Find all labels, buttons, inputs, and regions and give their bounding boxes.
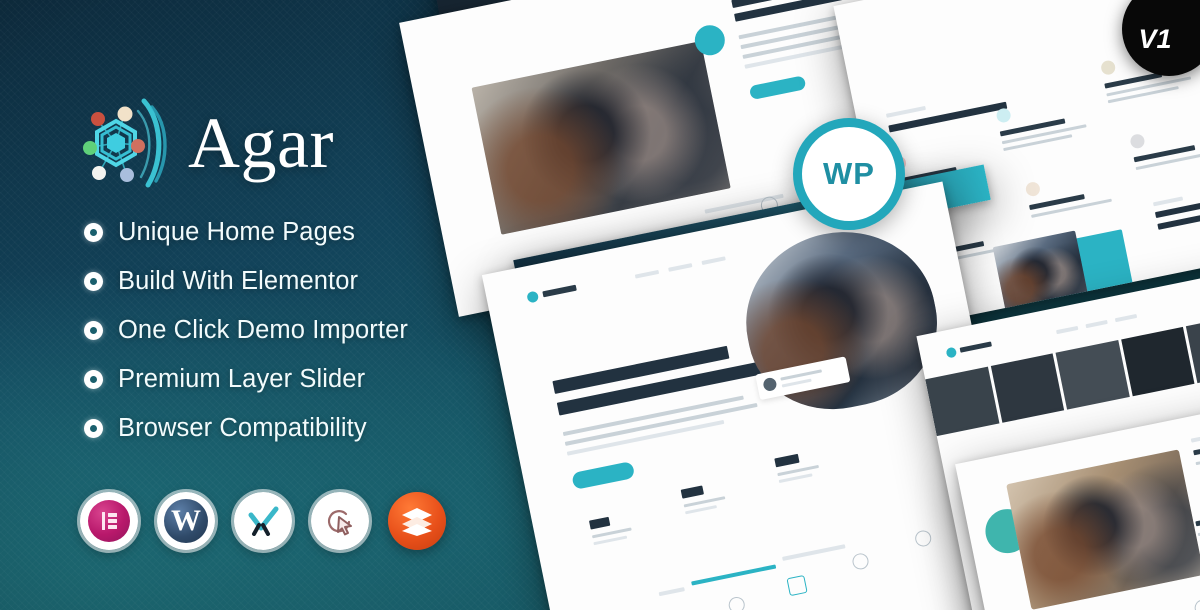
check-bird-icon	[231, 489, 295, 553]
feature-label: Browser Compatibility	[118, 414, 367, 442]
ring-bullet-icon	[84, 419, 103, 438]
slider-revolution-layers-icon	[388, 492, 446, 550]
wp-badge: WP	[793, 118, 905, 230]
left-info-panel: Agar Unique Home Pages Build With Elemen…	[0, 0, 470, 610]
one-click-cursor-icon	[308, 489, 372, 553]
version-badge-label: V1	[1138, 23, 1172, 54]
ring-bullet-icon	[84, 223, 103, 242]
feature-label: One Click Demo Importer	[118, 316, 408, 344]
feature-list: Unique Home Pages Build With Elementor O…	[84, 208, 464, 453]
feature-item: Browser Compatibility	[84, 404, 464, 453]
wordpress-glyph: W	[164, 499, 208, 543]
feature-item: Unique Home Pages	[84, 208, 464, 257]
ring-bullet-icon	[84, 370, 103, 389]
feature-label: Build With Elementor	[118, 267, 359, 295]
brand-name: Agar	[188, 103, 334, 183]
hexagon-molecule-icon	[78, 93, 174, 193]
feature-label: Unique Home Pages	[118, 218, 356, 246]
feature-item: Premium Layer Slider	[84, 355, 464, 404]
brand-logo: Agar	[78, 93, 334, 193]
ring-bullet-icon	[84, 272, 103, 291]
feature-item: Build With Elementor	[84, 257, 464, 306]
technology-badge-row: W	[77, 489, 446, 553]
ring-bullet-icon	[84, 321, 103, 340]
wordpress-icon: W	[154, 489, 218, 553]
preview-banner: Agar Unique Home Pages Build With Elemen…	[0, 0, 1200, 610]
feature-label: Premium Layer Slider	[118, 365, 366, 393]
wp-badge-label: WP	[823, 156, 875, 191]
feature-item: One Click Demo Importer	[84, 306, 464, 355]
elementor-icon	[77, 489, 141, 553]
